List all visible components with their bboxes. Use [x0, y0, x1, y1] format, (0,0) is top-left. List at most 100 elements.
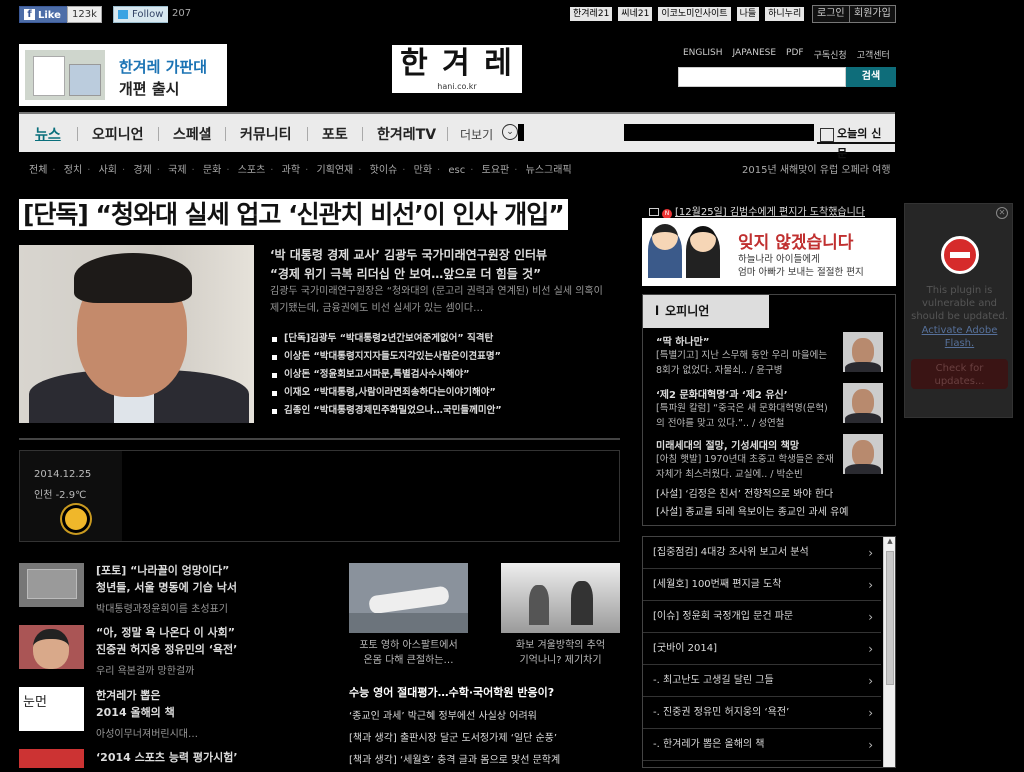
issue-row[interactable]: -. 최고난도 고생길 달린 그들 › [643, 665, 881, 697]
kiosk-promo-banner[interactable]: 한겨레 가판대 개편 출시 [19, 44, 227, 106]
login-button[interactable]: 로그인 [812, 5, 850, 23]
list-item-sub[interactable]: 우리 욕본걸까 망한걸까 [96, 662, 194, 677]
opinion-summary[interactable]: [특별기고] 지난 스무해 동안 우리 마을에는 8회가 없었다. 자물쇠.. … [656, 348, 836, 378]
list-item-title[interactable]: “아, 정말 욕 나온다 이 사회” [96, 624, 235, 641]
subnav-hot-issue[interactable]: 핫이슈 [370, 165, 398, 176]
subnav-cartoon[interactable]: 만화 [414, 165, 432, 176]
editorial-link[interactable]: [사설] ‘김정은 친서’ 전향적으로 봐야 한다 [656, 485, 833, 500]
related-article[interactable]: 이재오 “박대통령,사람이라면죄송하다는이야기해야” [272, 384, 502, 402]
book-of-year-thumb[interactable]: 눈먼 [19, 687, 84, 731]
columnist-photo[interactable] [843, 383, 883, 423]
main-headline[interactable]: [단독] “청와대 실세 업고 ‘신관치 비선’이 인사 개입” [19, 199, 568, 230]
list-item-title[interactable]: 청년들, 서울 명동에 기습 낙서 [96, 579, 237, 596]
related-article[interactable]: [단독]김광두 “박대통령2년간보여준게없어” 직격탄 [272, 330, 502, 348]
europe-opera-promo-link[interactable]: 2015년 새해맞이 유럽 오페라 여행 [742, 161, 891, 176]
close-icon[interactable]: ✕ [996, 207, 1008, 219]
photo-caption-line[interactable]: 포토 영하 아스팔트에서 [349, 638, 468, 653]
sewol-letter-banner[interactable]: 잊지 않겠습니다 하늘나라 아이들에게 엄마 아빠가 보내는 절절한 편지 [642, 218, 896, 286]
subnav-news-graphic[interactable]: 뉴스그래픽 [526, 165, 572, 176]
list-item-sub[interactable]: 아성이무너져버린시대… [96, 725, 198, 740]
subnav-sports[interactable]: 스포츠 [238, 165, 266, 176]
family-link-nadeul[interactable]: 나들 [736, 7, 760, 21]
subnav-society[interactable]: 사회 [99, 165, 117, 176]
issue-row[interactable]: -. 진중권 정유민 허지웅의 ‘욕전’ › [643, 697, 881, 729]
subnav-science[interactable]: 과학 [282, 165, 300, 176]
issue-row[interactable]: [이슈] 정윤회 국정개입 문건 파문 › [643, 601, 881, 633]
list-item[interactable]: [책과 생각] 출판시장 달군 도서정가제 ‘일단 순풍’ [349, 728, 560, 750]
issue-row[interactable]: [세월호] 100번째 편지글 도착 › [643, 569, 881, 601]
nav-special[interactable]: 스페셜 [173, 124, 212, 144]
opinion-summary[interactable]: [특파원 칼럼] “중국은 새 문화대혁명(문혁)의 전야를 맞고 있다.”..… [656, 401, 836, 431]
main-subheadlines[interactable]: ‘박 대통령 경제 교사’ 김광두 국가미래연구원장 인터뷰 “경제 위기 극복… [270, 246, 547, 284]
subnav-all[interactable]: 전체 [29, 165, 47, 176]
related-article[interactable]: 김종인 “박대통령경제민주화밀었으나…국민들께미안” [272, 402, 502, 420]
family-link-cine21[interactable]: 씨네21 [618, 7, 653, 21]
related-article[interactable]: 이상돈 “박대통령지지자들도지각있는사람은이견표명” [272, 348, 502, 366]
family-link-economy-insight[interactable]: 이코노미인사이트 [658, 7, 731, 21]
editorial-link[interactable]: [사설] 종교를 되레 욕보이는 종교인 과세 유예 [656, 503, 848, 518]
columnist-photo[interactable] [843, 332, 883, 372]
columnist-photo[interactable] [843, 434, 883, 474]
todays-paper-link[interactable]: 오늘의 신문 [817, 124, 895, 160]
issue-list-scrollbar[interactable]: ▲ [883, 537, 895, 767]
opinion-title[interactable]: 미래세대의 절망, 기성세대의 책망 [656, 437, 799, 452]
hankyoreh-logo[interactable]: 한 겨 레 hani.co.kr [392, 45, 522, 93]
header-link-english[interactable]: ENGLISH [683, 48, 723, 61]
subnav-politics[interactable]: 정치 [64, 165, 82, 176]
header-link-support[interactable]: 고객센터 [857, 48, 890, 61]
photo-graffiti-thumb[interactable] [19, 563, 84, 607]
scrollbar-thumb[interactable] [886, 551, 894, 685]
nav-news[interactable]: 뉴스 [35, 124, 61, 144]
activate-flash-link[interactable]: Activate Adobe Flash. [909, 324, 1010, 350]
main-article-photo[interactable] [19, 245, 254, 423]
subnav-series[interactable]: 기획연재 [316, 165, 353, 176]
podcast-thumb[interactable] [19, 625, 84, 669]
chevron-down-icon[interactable]: ⌄ [502, 124, 518, 140]
tab-opinion[interactable]: l 오피니언 [643, 295, 769, 328]
twitter-follow-button[interactable]: Follow [113, 6, 170, 23]
family-link-hani21[interactable]: 한겨레21 [570, 7, 613, 21]
letter-notice-link[interactable]: N [12월25일] 김범수에게 편지가 도착했습니다 [649, 203, 865, 219]
header-link-japanese[interactable]: JAPANESE [733, 48, 776, 61]
photo-winter-vacation[interactable] [501, 563, 620, 633]
photo-caption-line[interactable]: 화보 겨울방학의 추억 [501, 638, 620, 653]
photo-caption-line[interactable]: 기억나니? 제기차기 [501, 653, 620, 668]
photo-kneeling-asphalt[interactable] [349, 563, 468, 633]
header-link-subscribe[interactable]: 구독신청 [814, 48, 847, 61]
family-link-haninuri[interactable]: 하니누리 [765, 7, 805, 21]
photo-caption-line[interactable]: 온몸 다해 큰절하는… [349, 653, 468, 668]
list-item-title[interactable]: ‘2014 스포츠 능력 평가시험’ [96, 749, 238, 766]
subnav-international[interactable]: 국제 [168, 165, 186, 176]
related-article[interactable]: 이상돈 “정윤회보고서파문,특별검사수사해야” [272, 366, 502, 384]
list-item[interactable]: [책과 생각] ‘세월호’ 충격 글과 몸으로 맞선 문학계 [349, 750, 560, 772]
list-item-title[interactable]: 한겨레가 뽑은 [96, 687, 161, 704]
search-button[interactable]: 검색 [846, 67, 896, 87]
subnav-culture[interactable]: 문화 [203, 165, 221, 176]
sports-test-thumb[interactable] [19, 749, 84, 768]
scroll-up-icon[interactable]: ▲ [884, 537, 896, 549]
nav-opinion[interactable]: 오피니언 [92, 124, 144, 144]
check-for-updates-button[interactable]: Check for updates... [911, 359, 1008, 389]
signup-button[interactable]: 회원가입 [849, 5, 896, 23]
opinion-title[interactable]: ‘제2 문화대혁명’과 ‘제2 유신’ [656, 386, 788, 401]
subnav-saturday[interactable]: 토요판 [482, 165, 510, 176]
search-input[interactable] [678, 67, 846, 87]
issue-row[interactable]: [굿바이 2014] › [643, 633, 881, 665]
header-link-pdf[interactable]: PDF [786, 48, 804, 61]
subnav-esc[interactable]: esc [448, 165, 465, 176]
list-item-title[interactable]: [포토] “나라꼴이 엉망이다” [96, 562, 229, 579]
opinion-title[interactable]: “딱 하나만” [656, 333, 709, 348]
list-item[interactable]: ‘종교인 과세’ 박근혜 정부에선 사실상 어려워 [349, 706, 560, 728]
nav-more[interactable]: 더보기 [460, 126, 493, 143]
list-item-title[interactable]: 2014 올해의 책 [96, 704, 175, 721]
nav-hani-tv[interactable]: 한겨레TV [377, 124, 436, 144]
facebook-like-button[interactable]: f Like [19, 6, 68, 23]
list-item-title[interactable]: 진중권 허지웅 정유민의 ‘욕전’ [96, 641, 237, 658]
issue-row[interactable]: -. 한겨레가 뽑은 올해의 책 › [643, 729, 881, 761]
issue-row[interactable]: [집중점검] 4대강 조사위 보고서 분석 › [643, 537, 881, 569]
opinion-summary[interactable]: [아침 햇발] 1970년대 초중고 학생들은 존재 자체가 최스러웠다. 교실… [656, 452, 836, 482]
mid-list-headline[interactable]: 수능 영어 절대평가…수학·국어학원 반응이? [349, 684, 560, 700]
subnav-economy[interactable]: 경제 [133, 165, 151, 176]
nav-community[interactable]: 커뮤니티 [240, 124, 292, 144]
nav-photo[interactable]: 포토 [322, 124, 348, 144]
